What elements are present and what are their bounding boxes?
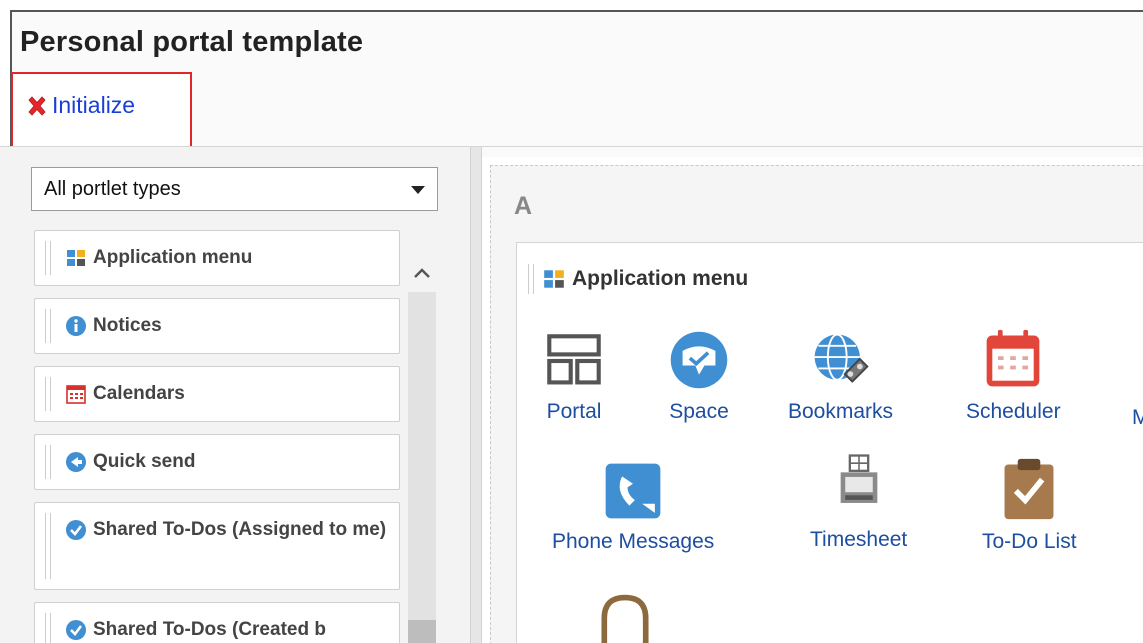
app-bookmarks[interactable]: Bookmarks [788,326,893,424]
info-icon [66,316,86,336]
palette-scrollbar[interactable] [408,292,436,643]
portlet-item-quick-send[interactable]: Quick send [34,434,400,490]
app-menu-icon [544,270,564,288]
bookmarks-icon [814,333,869,383]
quick-send-icon [66,452,86,472]
close-x-icon [28,95,46,116]
portlet-item-shared-todos-assigned[interactable]: Shared To-Dos (Assigned to me) [34,502,400,590]
app-label: To-Do List [982,530,1077,553]
app-truncated[interactable]: M [1132,398,1143,430]
app-label: Scheduler [966,400,1061,423]
initialize-link[interactable]: Initialize [26,92,135,119]
app-portal[interactable]: Portal [546,330,602,424]
portlet-item-shared-todos-created[interactable]: Shared To-Dos (Created b [34,602,400,643]
app-todo-list[interactable]: To-Do List [982,456,1077,554]
portlet-label: Application menu [93,247,253,268]
app-label: Portal [546,400,602,423]
portlet-item-application-menu[interactable]: Application menu [34,230,400,286]
drag-handle-icon [45,613,51,643]
portlet-label: Shared To-Dos (Created b [93,619,326,640]
phone-messages-icon [605,463,661,519]
timesheet-icon [840,454,877,503]
portal-icon [547,334,601,385]
app-label: Space [669,400,729,423]
portlet-label: Notices [93,315,162,336]
portlet-item-notices[interactable]: Notices [34,298,400,354]
drag-handle-icon [45,309,51,343]
calendar-icon [66,385,86,404]
app-space[interactable]: Space [668,328,730,424]
portlet-list: Application menu Notices Calendars Quick… [34,230,400,643]
drag-handle-icon [45,241,51,275]
drag-handle-icon [528,264,534,294]
drag-handle-icon [45,513,51,579]
inbox-icon [601,594,649,643]
page-title: Personal portal template [20,26,364,58]
portlet-item-calendars[interactable]: Calendars [34,366,400,422]
portlet-type-select[interactable]: All portlet types [31,167,438,211]
drag-handle-icon [45,445,51,479]
app-inbox[interactable] [593,590,657,643]
app-scheduler[interactable]: Scheduler [966,328,1061,424]
portlet-type-value: All portlet types [44,177,181,200]
app-label: Bookmarks [788,400,894,423]
portlet-header[interactable]: Application menu [528,264,748,294]
app-label: Phone Messages [552,530,715,553]
portlet-title: Application menu [572,267,749,290]
todo-list-icon [1004,458,1054,520]
chevron-down-icon [411,186,425,194]
shared-todo-icon [66,620,86,640]
drag-handle-icon [45,377,51,411]
space-icon [670,331,728,389]
column-label: A [514,192,533,220]
app-phone-messages[interactable]: Phone Messages [552,460,714,554]
portlet-label: Quick send [93,451,196,472]
app-menu-icon [67,250,85,266]
column-separator[interactable] [470,147,482,643]
scheduler-icon [986,329,1040,387]
chevron-up-icon[interactable] [412,266,432,280]
app-label: Timesheet [810,528,908,551]
scrollbar-thumb[interactable] [408,620,436,643]
portlet-label: Shared To-Dos (Assigned to me) [93,519,387,540]
portlet-label: Calendars [93,383,185,404]
initialize-label: Initialize [52,92,136,118]
shared-todo-icon [66,520,86,540]
app-label: M [1132,406,1143,429]
app-timesheet[interactable]: Timesheet [810,440,907,552]
